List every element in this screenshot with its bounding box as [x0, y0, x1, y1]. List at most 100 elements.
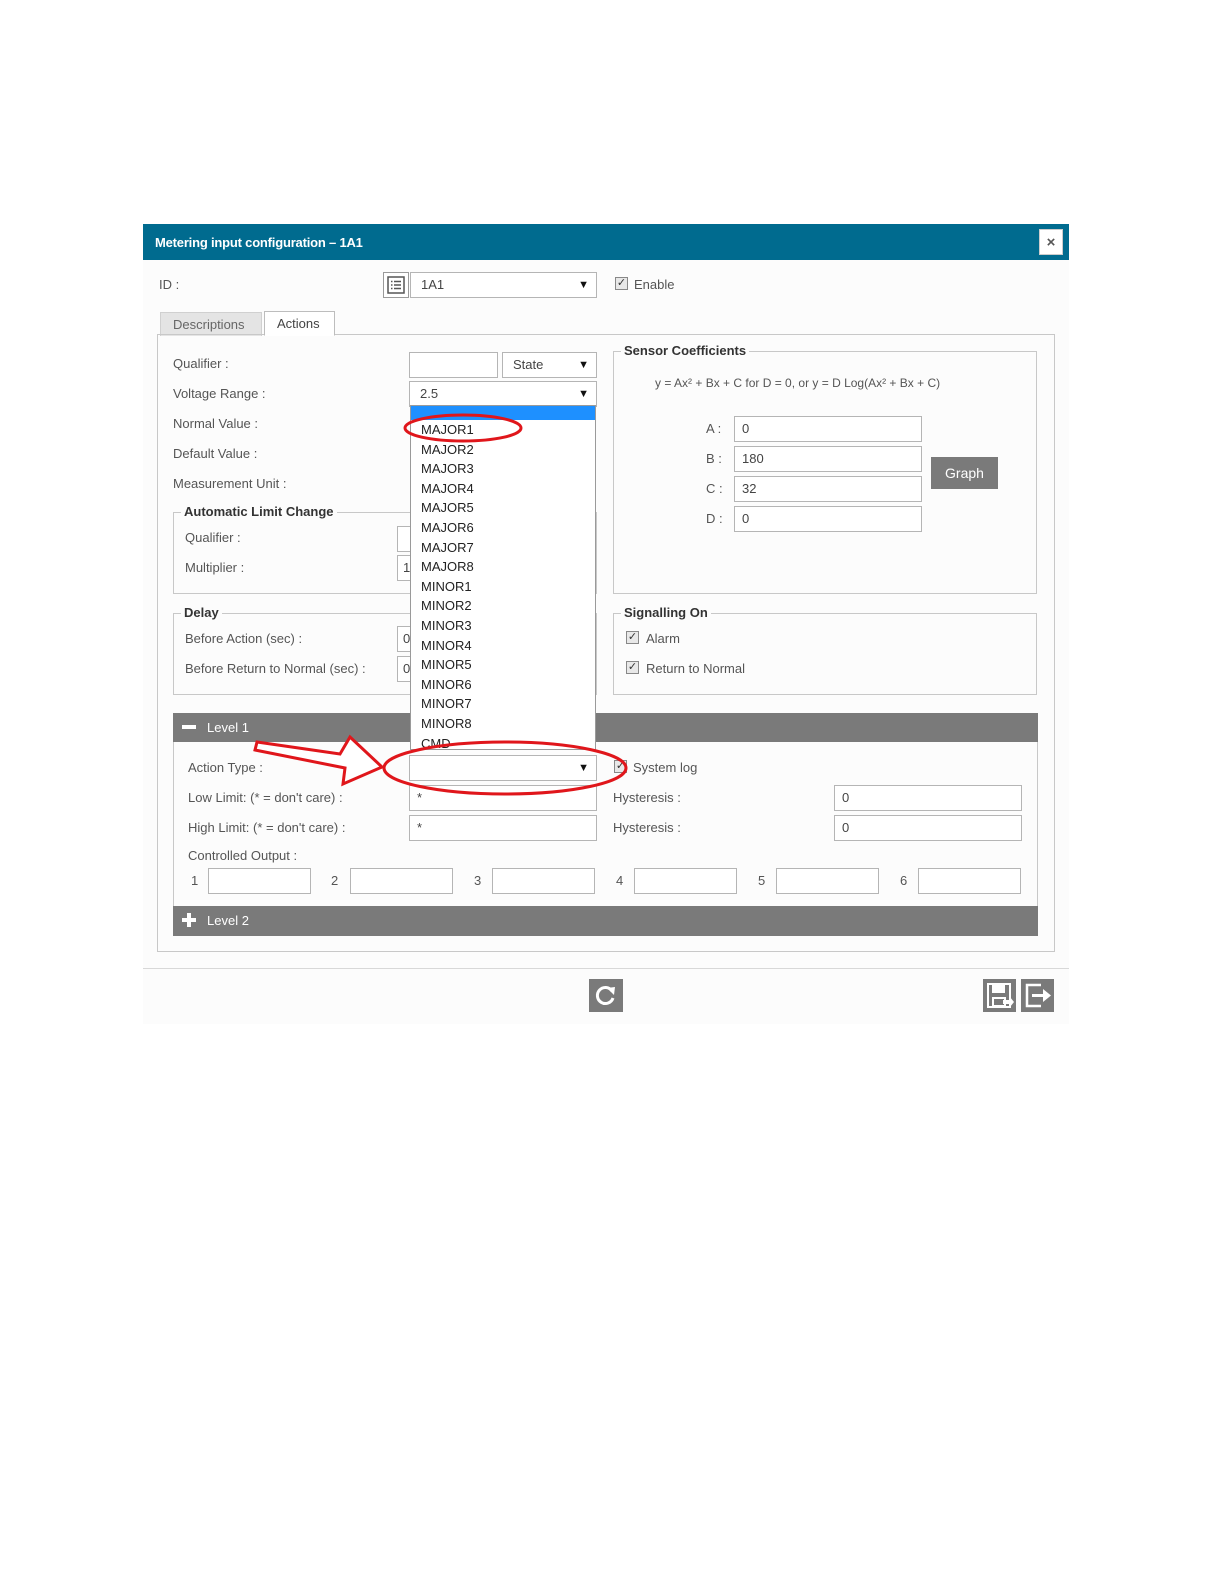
high-limit-input[interactable]: *: [409, 815, 597, 841]
voltage-range-label: Voltage Range :: [173, 386, 266, 401]
close-button[interactable]: ×: [1039, 229, 1063, 255]
dialog-title: Metering input configuration – 1A1: [155, 235, 363, 250]
signalling-legend: Signalling On: [621, 605, 711, 620]
id-select[interactable]: 1A1 ▼: [410, 272, 597, 298]
dropdown-option[interactable]: MINOR4: [421, 638, 472, 653]
output-number-2: 2: [331, 873, 339, 888]
hysteresis-low-label: Hysteresis :: [613, 790, 681, 805]
normal-value-label: Normal Value :: [173, 416, 259, 431]
level1-header[interactable]: [173, 713, 1038, 742]
output-input-3[interactable]: [492, 868, 595, 894]
dropdown-option[interactable]: CMD: [421, 736, 451, 749]
level1-title: Level 1: [207, 720, 249, 735]
level2-title: Level 2: [207, 913, 249, 928]
dropdown-option[interactable]: MINOR1: [421, 579, 472, 594]
coef-d-label: D :: [706, 511, 723, 526]
exit-icon[interactable]: [1021, 979, 1054, 1012]
dropdown-option[interactable]: MINOR6: [421, 677, 472, 692]
chevron-down-icon: ▼: [578, 279, 589, 291]
dropdown-option[interactable]: MINOR8: [421, 716, 472, 731]
save-icon[interactable]: [983, 979, 1016, 1012]
qualifier-select[interactable]: State ▼: [502, 352, 597, 378]
dropdown-option[interactable]: MINOR3: [421, 618, 472, 633]
default-value-label: Default Value :: [173, 446, 258, 461]
multiplier-label: Multiplier :: [185, 560, 245, 575]
alarm-checkbox[interactable]: ✓: [626, 631, 639, 644]
output-input-6[interactable]: [918, 868, 1021, 894]
coef-b-label: B :: [706, 451, 722, 466]
output-number-5: 5: [758, 873, 766, 888]
list-icon[interactable]: [383, 272, 409, 298]
coef-d-input[interactable]: 0: [734, 506, 922, 532]
output-number-3: 3: [474, 873, 482, 888]
output-input-1[interactable]: [208, 868, 311, 894]
refresh-icon[interactable]: [589, 979, 623, 1012]
tab-descriptions[interactable]: Descriptions: [160, 312, 262, 336]
action-type-select[interactable]: ▼: [409, 755, 597, 781]
output-number-6: 6: [900, 873, 908, 888]
qualifier-label: Qualifier :: [173, 356, 229, 371]
system-log-checkbox[interactable]: ✓: [614, 760, 627, 773]
auto-qualifier-label: Qualifier :: [185, 530, 241, 545]
action-type-label: Action Type :: [188, 760, 263, 775]
low-limit-label: Low Limit: (* = don't care) :: [188, 790, 343, 805]
qualifier-select-value: State: [513, 357, 544, 372]
automatic-limit-legend: Automatic Limit Change: [181, 504, 337, 519]
low-limit-input[interactable]: *: [409, 785, 597, 811]
dropdown-option[interactable]: MAJOR6: [421, 520, 474, 535]
return-normal-checkbox[interactable]: ✓: [626, 661, 639, 674]
chevron-down-icon: ▼: [578, 359, 589, 371]
qualifier-input[interactable]: [409, 352, 498, 378]
id-select-value: 1A1: [421, 277, 445, 292]
output-number-1: 1: [191, 873, 199, 888]
coef-c-input[interactable]: 32: [734, 476, 922, 502]
dropdown-option[interactable]: MAJOR1: [421, 422, 474, 437]
action-type-dropdown[interactable]: MAJOR1 MAJOR2 MAJOR3 MAJOR4 MAJOR5 MAJOR6 MAJO…: [410, 405, 596, 750]
output-input-5[interactable]: [776, 868, 879, 894]
coef-a-label: A :: [706, 421, 722, 436]
high-limit-label: High Limit: (* = don't care) :: [188, 820, 346, 835]
output-input-2[interactable]: [350, 868, 453, 894]
dropdown-option[interactable]: MAJOR3: [421, 461, 474, 476]
hysteresis-low-input[interactable]: 0: [834, 785, 1022, 811]
coef-a-input[interactable]: 0: [734, 416, 922, 442]
graph-button[interactable]: Graph: [931, 457, 998, 489]
delay-legend: Delay: [181, 605, 222, 620]
dropdown-option[interactable]: MINOR7: [421, 696, 472, 711]
coef-b-input[interactable]: 180: [734, 446, 922, 472]
voltage-range-select[interactable]: 2.5 ▼: [409, 381, 597, 407]
footer-divider: [143, 968, 1069, 969]
hysteresis-high-input[interactable]: 0: [834, 815, 1022, 841]
measurement-unit-label: Measurement Unit :: [173, 476, 287, 491]
dropdown-option[interactable]: MINOR2: [421, 598, 472, 613]
chevron-down-icon: ▼: [578, 762, 589, 774]
before-action-label: Before Action (sec) :: [185, 631, 303, 646]
controlled-output-label: Controlled Output :: [188, 848, 298, 863]
return-normal-label: Return to Normal: [646, 661, 745, 676]
dropdown-option[interactable]: MINOR5: [421, 657, 472, 672]
dropdown-option[interactable]: MAJOR2: [421, 442, 474, 457]
hysteresis-high-label: Hysteresis :: [613, 820, 681, 835]
sensor-formula: y = Ax² + Bx + C for D = 0, or y = D Log…: [655, 376, 941, 390]
signalling-fieldset: [613, 613, 1037, 695]
output-number-4: 4: [616, 873, 624, 888]
dropdown-option[interactable]: MAJOR5: [421, 500, 474, 515]
dropdown-option[interactable]: MAJOR8: [421, 559, 474, 574]
level2-header[interactable]: [173, 906, 1038, 936]
coef-c-label: C :: [706, 481, 723, 496]
dropdown-highlighted-option[interactable]: [411, 406, 595, 420]
system-log-label: System log: [633, 760, 698, 775]
sensor-coefficients-legend: Sensor Coefficients: [621, 343, 750, 358]
id-label: ID :: [159, 277, 180, 292]
alarm-label: Alarm: [646, 631, 680, 646]
enable-checkbox[interactable]: ✓: [615, 277, 628, 290]
dropdown-option[interactable]: MAJOR7: [421, 540, 474, 555]
output-input-4[interactable]: [634, 868, 737, 894]
tab-actions[interactable]: Actions: [264, 311, 335, 336]
voltage-range-value: 2.5: [420, 386, 439, 401]
before-return-label: Before Return to Normal (sec) :: [185, 661, 366, 676]
dropdown-option[interactable]: MAJOR4: [421, 481, 474, 496]
collapse-icon[interactable]: [182, 725, 196, 729]
chevron-down-icon: ▼: [578, 388, 589, 400]
expand-icon[interactable]: [182, 913, 196, 927]
